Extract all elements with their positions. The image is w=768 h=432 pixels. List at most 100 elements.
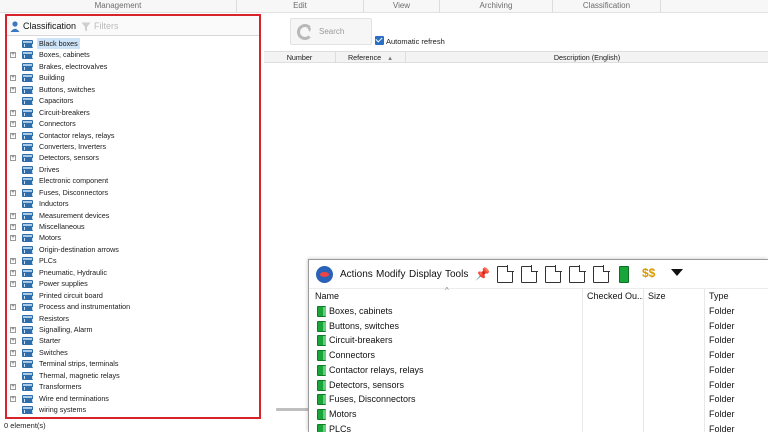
automatic-refresh-checkbox[interactable]: [375, 36, 384, 45]
tree-node[interactable]: Electronic component: [7, 175, 259, 186]
dropdown-arrow-icon[interactable]: [671, 269, 683, 276]
expand-icon[interactable]: +: [10, 155, 16, 162]
expand-icon[interactable]: +: [10, 395, 16, 402]
expand-icon[interactable]: +: [10, 384, 16, 391]
tree-node[interactable]: + Building: [7, 72, 259, 83]
tree-node[interactable]: + Motors: [7, 232, 259, 243]
category-folder-icon: [22, 291, 33, 300]
column-reference-label: Reference: [347, 53, 382, 62]
expand-icon[interactable]: +: [10, 281, 16, 288]
explorer-toolbar: Actions Modify Display Tools 📌 $$: [309, 260, 768, 289]
tree-node[interactable]: Thermal, magnetic relays: [7, 370, 259, 381]
tree-node[interactable]: + Process and instrumentation: [7, 301, 259, 312]
explorer-row[interactable]: Circuit-breakers Folder: [309, 333, 768, 348]
expand-icon[interactable]: +: [10, 361, 16, 368]
explorer-row[interactable]: Contactor relays, relays Folder: [309, 363, 768, 378]
tree-node[interactable]: + Contactor relays, relays: [7, 130, 259, 141]
horizontal-scrollbar[interactable]: [276, 408, 310, 411]
expand-icon[interactable]: +: [10, 109, 16, 116]
explorer-row[interactable]: Detectors, sensors Folder: [309, 378, 768, 393]
expand-icon[interactable]: +: [10, 121, 16, 128]
search-button[interactable]: Search: [290, 18, 372, 45]
tree-node[interactable]: Resistors: [7, 313, 259, 324]
expand-icon[interactable]: +: [10, 269, 16, 276]
tree-node[interactable]: + Wire end terminations: [7, 393, 259, 404]
tree-node[interactable]: + Transformers: [7, 381, 259, 392]
tree-node[interactable]: + Switches: [7, 347, 259, 358]
explorer-row[interactable]: Boxes, cabinets Folder: [309, 304, 768, 319]
tab-classification-label: Classification: [23, 21, 77, 31]
expand-icon[interactable]: +: [10, 326, 16, 333]
expand-icon[interactable]: +: [10, 189, 16, 196]
explorer-row[interactable]: Connectors Folder: [309, 348, 768, 363]
tree-node[interactable]: + Pneumatic, Hydraulic: [7, 267, 259, 278]
expand-icon[interactable]: +: [10, 304, 16, 311]
check-out-icon[interactable]: [497, 265, 514, 283]
expand-icon[interactable]: +: [10, 224, 16, 230]
explorer-row[interactable]: Buttons, switches Folder: [309, 319, 768, 334]
tree-node-label: Buttons, switches: [39, 84, 95, 94]
expand-icon[interactable]: +: [10, 338, 16, 345]
explorer-row[interactable]: PLCs Folder: [309, 422, 768, 432]
expand-icon[interactable]: +: [10, 132, 16, 139]
tree-node[interactable]: + PLCs: [7, 255, 259, 266]
tree-node[interactable]: Inductors: [7, 198, 259, 209]
tree-node[interactable]: Printed circuit board: [7, 290, 259, 301]
explorer-row-type: Folder: [709, 306, 735, 316]
expand-icon[interactable]: +: [10, 349, 16, 356]
tree-node[interactable]: + Connectors: [7, 118, 259, 129]
column-type[interactable]: Type: [709, 291, 729, 301]
tree-node-label: Fuses, Disconnectors: [39, 187, 109, 197]
tree-node[interactable]: + Starter: [7, 335, 259, 346]
tree-node[interactable]: + Measurement devices: [7, 210, 259, 221]
column-header-number[interactable]: Number: [264, 52, 336, 63]
tree-node[interactable]: Origin-destination arrows: [7, 244, 259, 255]
expand-icon[interactable]: +: [10, 235, 16, 242]
sort-ascending-icon: ▲: [387, 56, 394, 62]
tree-node[interactable]: + Terminal strips, terminals: [7, 358, 259, 369]
tree-node[interactable]: Capacitors: [7, 95, 259, 106]
explorer-row[interactable]: Motors Folder: [309, 407, 768, 422]
column-header-description[interactable]: Description (English): [406, 52, 768, 63]
column-name[interactable]: Name: [315, 291, 339, 301]
expand-icon[interactable]: +: [10, 86, 16, 93]
menu-actions[interactable]: Actions: [340, 269, 373, 280]
expand-icon[interactable]: +: [10, 75, 16, 82]
column-size[interactable]: Size: [648, 291, 666, 301]
tree-node[interactable]: + Detectors, sensors: [7, 152, 259, 163]
download-document-icon[interactable]: [593, 265, 610, 283]
tree-node[interactable]: Black boxes: [7, 38, 259, 50]
tree-node[interactable]: + Circuit-breakers: [7, 107, 259, 118]
tab-classification[interactable]: Classification: [10, 19, 76, 34]
vault-folder-icon[interactable]: [619, 266, 629, 283]
category-folder-icon: [22, 268, 33, 277]
tree-node[interactable]: Converters, Inverters: [7, 141, 259, 152]
menu-modify[interactable]: Modify: [376, 269, 405, 280]
tree-node[interactable]: + Signalling, Alarm: [7, 324, 259, 335]
check-in-icon[interactable]: [521, 265, 538, 283]
tree-node[interactable]: Brakes, electrovalves: [7, 61, 259, 72]
copy-document-icon[interactable]: [545, 265, 562, 283]
column-checked-out[interactable]: Checked Ou...: [587, 291, 645, 301]
tree-node[interactable]: + Miscellaneous: [7, 221, 259, 232]
expand-icon[interactable]: +: [10, 212, 16, 219]
tree-node[interactable]: + Buttons, switches: [7, 84, 259, 95]
pin-icon[interactable]: 📌: [475, 267, 491, 284]
tree-node[interactable]: Drives: [7, 164, 259, 175]
column-header-reference[interactable]: Reference ▲: [336, 52, 406, 63]
category-folder-icon: [22, 120, 33, 129]
tree-node[interactable]: + Boxes, cabinets: [7, 49, 259, 60]
explorer-row-type: Folder: [709, 320, 735, 331]
expand-icon[interactable]: +: [10, 52, 16, 59]
menu-display[interactable]: Display: [409, 269, 442, 280]
cost-icon[interactable]: $$: [642, 266, 658, 283]
expand-icon[interactable]: +: [10, 258, 16, 265]
tree-node[interactable]: + Fuses, Disconnectors: [7, 187, 259, 198]
explorer-row[interactable]: Fuses, Disconnectors Folder: [309, 392, 768, 407]
tree-node[interactable]: wiring systems: [7, 404, 259, 415]
tree-node[interactable]: + Power supplies: [7, 278, 259, 289]
history-icon[interactable]: [569, 265, 586, 283]
menu-tools[interactable]: Tools: [445, 269, 468, 280]
tab-filters[interactable]: Filters: [81, 19, 119, 34]
explorer-row-type: Folder: [709, 364, 735, 375]
